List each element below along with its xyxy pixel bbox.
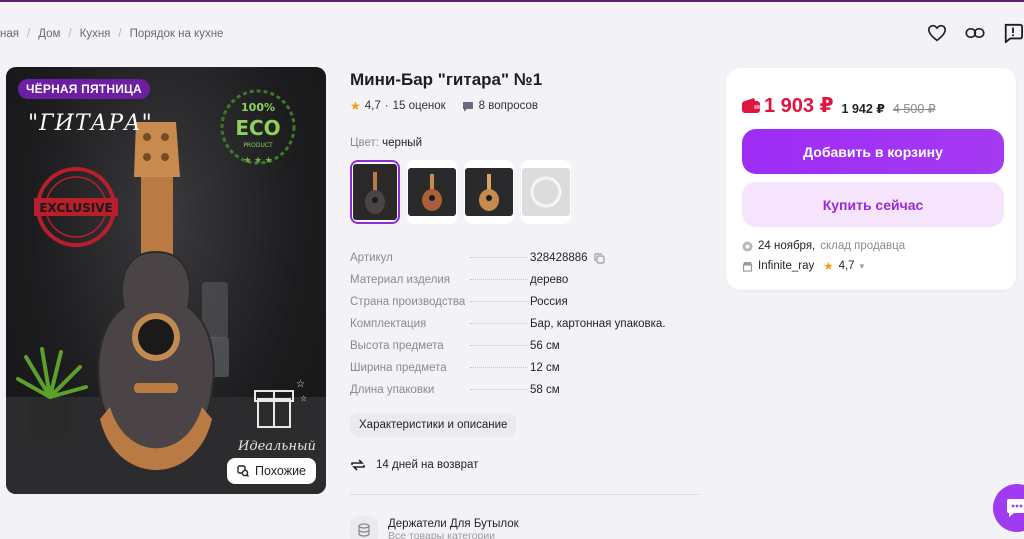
spec-value: 58 см bbox=[530, 384, 560, 396]
seller-rating: 4,7 bbox=[838, 260, 855, 272]
spec-row: Ширина предмета 12 см bbox=[350, 362, 680, 384]
breadcrumb-kitchen-order[interactable]: Порядок на кухне bbox=[130, 28, 224, 40]
spec-key: Высота предмета bbox=[350, 340, 444, 352]
color-label: Цвет: черный bbox=[350, 137, 422, 149]
category-name: Держатели Для Бутылок bbox=[388, 518, 519, 530]
thumbnail-variant-4[interactable] bbox=[521, 160, 571, 224]
price-old: 4 500 ₽ bbox=[892, 102, 936, 116]
spec-key: Страна производства bbox=[350, 296, 466, 308]
breadcrumb-home[interactable]: ная bbox=[0, 28, 19, 40]
black-friday-badge: ЧЁРНАЯ ПЯТНИЦА bbox=[18, 79, 150, 99]
rating-dot: · bbox=[384, 100, 389, 112]
breadcrumb: ная / Дом / Кухня / Порядок на кухне bbox=[0, 28, 223, 40]
spec-value: 56 см bbox=[530, 340, 560, 352]
star-icon: ★ bbox=[823, 261, 834, 273]
breadcrumb-dom[interactable]: Дом bbox=[38, 28, 60, 40]
spec-row: Материал изделия дерево bbox=[350, 274, 680, 296]
buy-now-button[interactable]: Купить сейчас bbox=[742, 182, 1004, 227]
price-main: 1 903 ₽ bbox=[742, 93, 834, 118]
rating-value: 4,7 bbox=[364, 100, 381, 112]
add-to-cart-button[interactable]: Добавить в корзину bbox=[742, 129, 1004, 174]
question-icon bbox=[462, 101, 473, 111]
color-value: черный bbox=[382, 137, 422, 149]
spec-value: 12 см bbox=[530, 362, 560, 374]
spec-key: Ширина предмета bbox=[350, 362, 447, 374]
spec-row: Артикул 328428886 bbox=[350, 252, 680, 274]
breadcrumb-separator: / bbox=[68, 28, 72, 40]
svg-text:☆: ☆ bbox=[300, 394, 307, 403]
spec-value: Бар, картонная упаковка. bbox=[530, 318, 666, 330]
wallet-icon bbox=[742, 98, 760, 113]
characteristics-button[interactable]: Характеристики и описание bbox=[350, 413, 517, 437]
svg-text:☆: ☆ bbox=[296, 379, 305, 390]
specs-list: Артикул 328428886 Материал изделия дерево… bbox=[350, 252, 680, 406]
category-link[interactable]: Держатели Для Бутылок Все товары категор… bbox=[350, 516, 519, 539]
star-icon: ★ bbox=[350, 99, 361, 113]
questions-link[interactable]: 8 вопросов bbox=[462, 100, 538, 112]
eco-badge: 100% ECO PRODUCT ★ ★ ★ bbox=[220, 89, 296, 165]
spec-row: Высота предмета 56 см bbox=[350, 340, 680, 362]
svg-text:EXCLUSIVE: EXCLUSIVE bbox=[39, 201, 112, 215]
price-alternative: 1 942 ₽ bbox=[841, 102, 885, 116]
seller-info[interactable]: Infinite_ray ★ 4,7 ▾ bbox=[742, 259, 864, 273]
store-icon bbox=[742, 261, 753, 272]
category-subtitle: Все товары категории bbox=[388, 530, 496, 539]
spec-value: 328428886 bbox=[530, 252, 605, 264]
delivery-icon bbox=[742, 241, 753, 251]
photo-title-text: "ГИТАРА" bbox=[28, 111, 153, 136]
link-icon[interactable] bbox=[964, 22, 986, 44]
seller-name: Infinite_ray bbox=[758, 260, 815, 272]
report-icon[interactable] bbox=[1002, 22, 1024, 44]
spec-key: Артикул bbox=[350, 252, 393, 264]
buy-card: 1 903 ₽ 1 942 ₽ 4 500 ₽ Добавить в корзи… bbox=[726, 68, 1016, 290]
similar-icon bbox=[237, 465, 249, 477]
spec-row: Длина упаковки 58 см bbox=[350, 384, 680, 406]
questions-count: 8 вопросов bbox=[478, 100, 538, 112]
reviews-count: 15 оценок bbox=[392, 100, 446, 112]
thumbnail-black[interactable] bbox=[350, 160, 400, 224]
svg-text:100%: 100% bbox=[241, 101, 275, 114]
spec-value: Россия bbox=[530, 296, 568, 308]
gift-caption: Идеальный bbox=[238, 439, 316, 454]
spec-key: Материал изделия bbox=[350, 274, 451, 286]
breadcrumb-kitchen[interactable]: Кухня bbox=[80, 28, 111, 40]
return-text: 14 дней на возврат bbox=[376, 459, 479, 471]
chevron-down-icon: ▾ bbox=[859, 260, 865, 271]
delivery-source: склад продавца bbox=[820, 240, 906, 252]
spec-row: Страна производства Россия bbox=[350, 296, 680, 318]
return-info: 14 дней на возврат bbox=[350, 458, 478, 472]
category-icon bbox=[350, 516, 378, 539]
spec-value: дерево bbox=[530, 274, 569, 286]
spec-row: Комплектация Бар, картонная упаковка. bbox=[350, 318, 680, 340]
chat-icon bbox=[1007, 499, 1024, 517]
thumbnail-variant-2[interactable] bbox=[407, 160, 457, 224]
spec-key: Длина упаковки bbox=[350, 384, 435, 396]
svg-text:ECO: ECO bbox=[235, 116, 280, 140]
product-title: Мини-Бар "гитара" №1 bbox=[350, 70, 543, 89]
thumbnail-variant-3[interactable] bbox=[464, 160, 514, 224]
svg-text:★ ★ ★: ★ ★ ★ bbox=[243, 155, 272, 165]
rating-row[interactable]: ★ 4,7 · 15 оценок 8 вопросов bbox=[350, 99, 538, 113]
similar-label: Похожие bbox=[254, 464, 306, 478]
breadcrumb-separator: / bbox=[118, 28, 122, 40]
top-border bbox=[0, 0, 1024, 2]
svg-text:PRODUCT: PRODUCT bbox=[243, 142, 273, 149]
delivery-info: 24 ноября, склад продавца bbox=[742, 240, 905, 252]
product-photo[interactable]: 100% ECO PRODUCT ★ ★ ★ EXCLUSIVE ☆ ☆ ЧЁР… bbox=[6, 67, 326, 494]
price-row: 1 903 ₽ 1 942 ₽ 4 500 ₽ bbox=[742, 93, 936, 118]
delivery-date: 24 ноября, bbox=[758, 240, 816, 252]
copy-icon[interactable] bbox=[593, 252, 605, 264]
similar-button[interactable]: Похожие bbox=[226, 458, 316, 484]
exclusive-stamp: EXCLUSIVE bbox=[34, 167, 118, 247]
return-icon bbox=[351, 459, 365, 471]
spec-key: Комплектация bbox=[350, 318, 427, 330]
heart-icon[interactable] bbox=[926, 22, 948, 44]
top-actions bbox=[926, 22, 1024, 44]
color-thumbnails bbox=[350, 160, 571, 224]
breadcrumb-separator: / bbox=[26, 28, 31, 40]
chat-button[interactable] bbox=[993, 484, 1024, 532]
divider bbox=[350, 494, 700, 495]
